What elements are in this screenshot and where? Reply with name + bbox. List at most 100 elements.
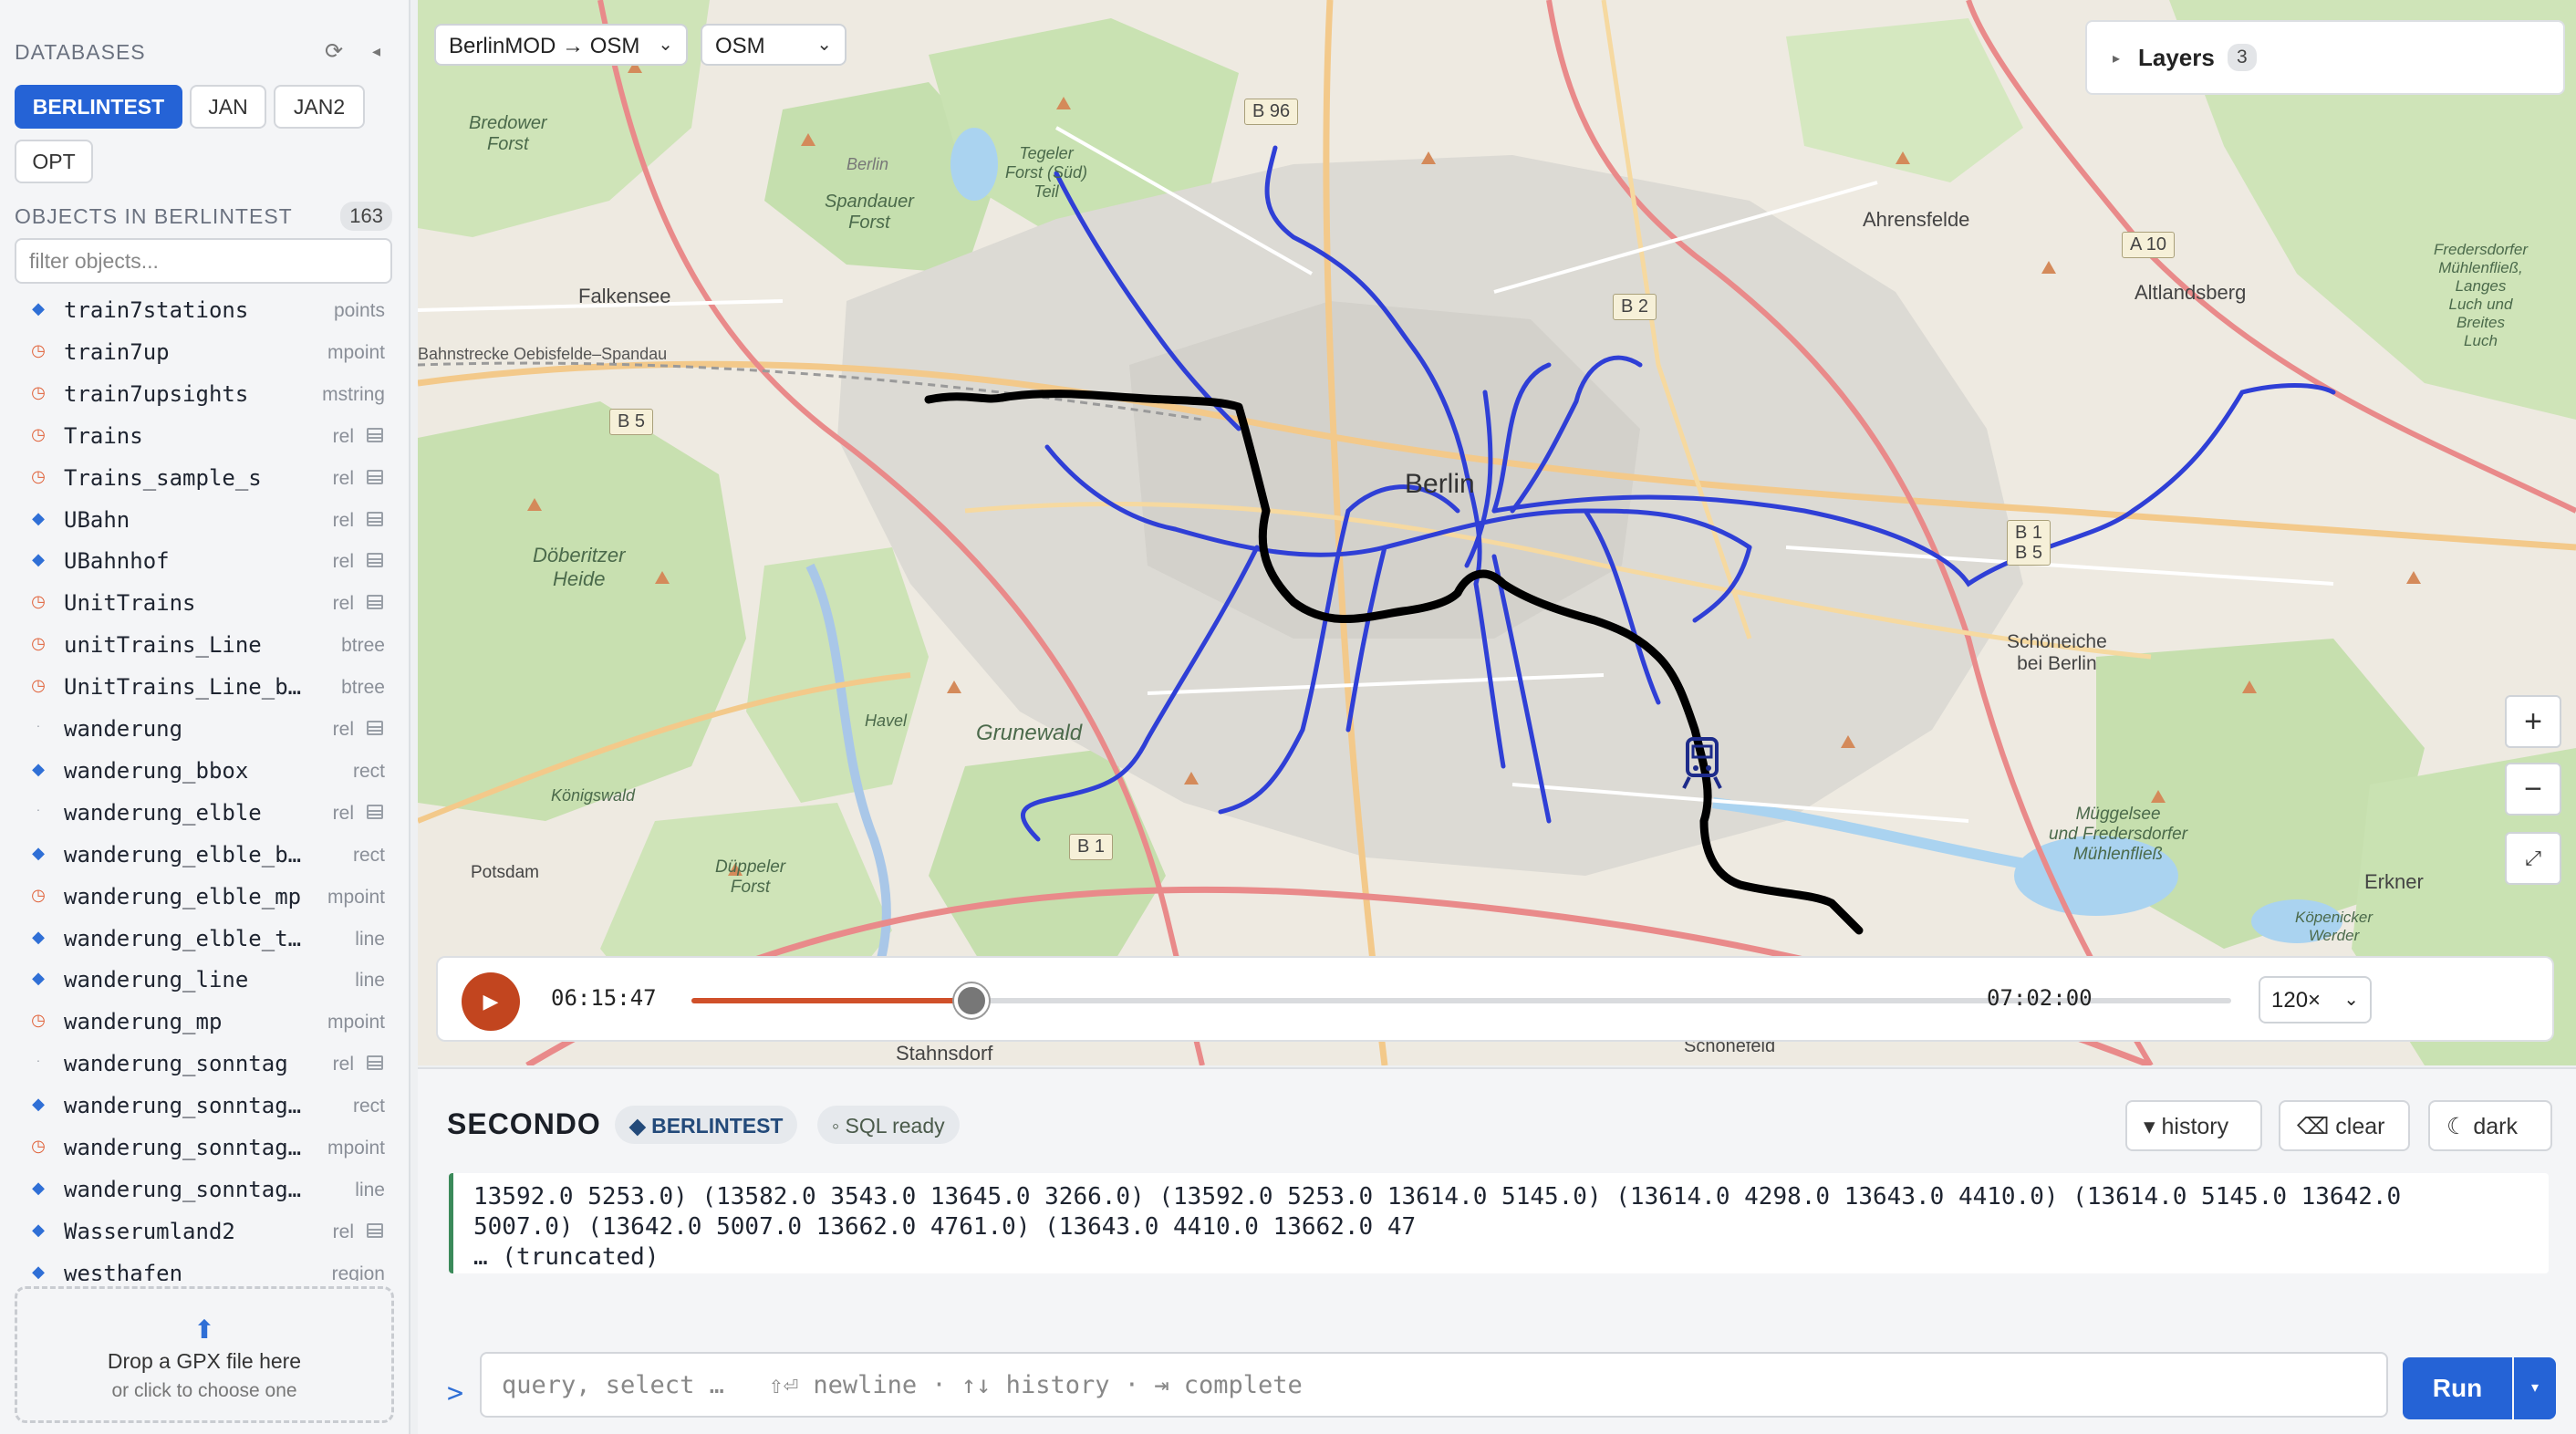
object-list-item[interactable]: ◆ UBahn rel [0, 500, 409, 542]
spatial-diamond-icon: ◆ [32, 508, 45, 527]
plain-dot-icon: · [36, 801, 41, 816]
db-button-opt[interactable]: OPT [15, 140, 93, 183]
map-label-mueggelsee: Müggelsee und Fredersdorfer Mühlenfließ [2049, 805, 2188, 864]
object-list-item[interactable]: ◆ wanderung_bbox rect [0, 751, 409, 793]
object-list-item[interactable]: · wanderung_sonntag rel [0, 1044, 409, 1086]
database-pill: ◆ BERLINTEST [615, 1106, 798, 1144]
object-list-item[interactable]: ◆ wanderung_elble_tra… line [0, 919, 409, 961]
zoom-in-button[interactable]: + [2505, 695, 2561, 748]
object-list-item[interactable]: ◷ wanderung_elble_mp mpoint [0, 877, 409, 919]
table-view-icon[interactable] [367, 721, 383, 735]
table-view-icon[interactable] [367, 511, 383, 526]
layers-count-badge: 3 [2228, 44, 2257, 71]
object-name: wanderung_elble_tra… [64, 925, 303, 951]
object-list-item[interactable]: ◆ wanderung_line line [0, 960, 409, 1002]
projection-select[interactable]: BerlinMOD → OSM ⌄ [434, 24, 688, 66]
object-type: rect [352, 1096, 385, 1117]
object-list-item[interactable]: ◆ UBahnhof rel [0, 541, 409, 583]
object-list-item[interactable]: ◆ wanderung_elble_bbox rect [0, 835, 409, 877]
spatial-diamond-icon: ◆ [32, 1220, 45, 1239]
layers-label: Layers [2138, 44, 2215, 71]
object-type: mpoint [327, 341, 385, 363]
spatial-diamond-icon: ◆ [32, 759, 45, 778]
map-label-koenigswald: Königswald [551, 786, 636, 805]
object-list-item[interactable]: ◷ wanderung_mp mpoint [0, 1002, 409, 1044]
object-type: rel [332, 719, 354, 740]
object-list-item[interactable]: ◆ wanderung_sonntag_b… rect [0, 1086, 409, 1127]
db-button-berlintest[interactable]: BERLINTEST [15, 85, 182, 129]
object-list-item[interactable]: ◷ wanderung_sonntag… mpoint [0, 1127, 409, 1169]
map-view[interactable]: Berlin Falkensee Ahrensfelde Altlandsber… [418, 0, 2576, 1065]
object-list-item[interactable]: ◷ unitTrains_Line btree [0, 625, 409, 667]
run-button[interactable]: Run [2403, 1357, 2512, 1419]
db-button-jan[interactable]: JAN [190, 85, 266, 129]
clear-button[interactable]: ⌫ clear [2279, 1100, 2410, 1151]
layers-panel[interactable]: ▸ Layers 3 [2085, 20, 2565, 95]
map-label-potsdam: Potsdam [471, 863, 539, 882]
road-sign-b1-b5: B 1 B 5 [2007, 520, 2051, 566]
db-button-jan2[interactable]: JAN2 [274, 85, 365, 129]
object-list-item[interactable]: ◷ UnitTrains rel [0, 583, 409, 625]
table-view-icon[interactable] [367, 1055, 383, 1071]
temporal-clock-icon: ◷ [31, 676, 46, 695]
temporal-clock-icon: ◷ [31, 885, 46, 904]
tiles-select-value: OSM [715, 34, 765, 58]
object-list-item[interactable]: · wanderung rel [0, 709, 409, 751]
map-label-tegeler-forst: Tegeler Forst (Süd) Teil [1005, 144, 1088, 201]
temporal-clock-icon: ◷ [31, 1137, 46, 1155]
object-list-item[interactable]: ◷ UnitTrains_Line_bt… btree [0, 667, 409, 709]
table-view-icon[interactable] [367, 427, 383, 442]
temporal-clock-icon: ◷ [31, 634, 46, 653]
table-view-icon[interactable] [367, 804, 383, 819]
refresh-icon[interactable]: ⟳ [325, 38, 344, 65]
spatial-diamond-icon: ◆ [32, 1178, 45, 1197]
tiles-select[interactable]: OSM ⌄ [701, 24, 847, 66]
current-time: 06:15:47 [551, 985, 657, 1011]
spatial-diamond-icon: ◆ [32, 927, 45, 946]
table-view-icon[interactable] [367, 469, 383, 484]
collapse-icon[interactable]: ◂ [372, 42, 381, 61]
map-label-spandauer-forst: Spandauer Forst [825, 192, 914, 233]
object-list-item[interactable]: ◆ Wasserumland2 rel [0, 1211, 409, 1253]
chevron-down-icon: ⌄ [2343, 990, 2359, 1010]
table-view-icon[interactable] [367, 595, 383, 610]
output-line: … (truncated) [473, 1243, 660, 1271]
road-sign-b96: B 96 [1244, 99, 1299, 125]
object-list-item[interactable]: ◆ westhafen region [0, 1253, 409, 1281]
temporal-clock-icon: ◷ [31, 382, 46, 401]
object-type: btree [341, 635, 385, 657]
history-button[interactable]: ▾ history [2125, 1100, 2262, 1151]
zoom-out-button[interactable]: − [2505, 763, 2561, 816]
object-name: UnitTrains [64, 590, 196, 617]
object-name: train7up [64, 338, 170, 365]
run-options-button[interactable]: ▾ [2514, 1357, 2556, 1419]
object-list-item[interactable]: ◆ train7stations points [0, 290, 409, 332]
query-input[interactable] [480, 1352, 2388, 1418]
objects-label: OBJECTS IN BERLINTEST [15, 204, 293, 228]
secondo-app: DATABASES ⟳ ◂ BERLINTEST JAN JAN2 OPT OB… [0, 0, 2576, 1434]
fullscreen-button[interactable]: ⤢ [2505, 832, 2561, 885]
temporal-clock-icon: ◷ [31, 466, 46, 485]
drop-subtitle: or click to choose one [111, 1380, 297, 1401]
table-view-icon[interactable] [367, 553, 383, 568]
secondo-console: SECONDO ◆ BERLINTEST ◦ SQL ready ▾ histo… [418, 1067, 2576, 1434]
object-list-item[interactable]: ◷ train7up mpoint [0, 332, 409, 374]
map-label-berlin: Berlin [1405, 469, 1475, 499]
object-list-item[interactable]: ◷ Trains rel [0, 416, 409, 458]
object-type: points [333, 300, 385, 321]
object-name: wanderung_elble_mp [64, 883, 302, 909]
object-list-item[interactable]: ◷ Trains_sample_s rel [0, 458, 409, 500]
filter-objects-input[interactable] [15, 238, 392, 284]
object-type: rel [332, 593, 354, 615]
object-list: ◆ train7stations points ◷ train7up mpoint ◷ tra… [0, 290, 409, 1281]
speed-select[interactable]: 120× ⌄ [2259, 976, 2372, 1024]
object-list-item[interactable]: ◷ train7upsights mstring [0, 374, 409, 416]
gpx-drop-zone[interactable]: ⬆ Drop a GPX file here or click to choos… [15, 1286, 394, 1423]
object-list-item[interactable]: ◆ wanderung_sonntag_t… line [0, 1169, 409, 1211]
table-view-icon[interactable] [367, 1222, 383, 1238]
time-slider-handle[interactable] [954, 983, 990, 1018]
object-list-item[interactable]: · wanderung_elble rel [0, 793, 409, 835]
dark-mode-button[interactable]: ☾ dark [2428, 1100, 2552, 1151]
play-button[interactable]: ▶ [462, 972, 520, 1031]
map-label-erkner: Erkner [2364, 870, 2424, 893]
